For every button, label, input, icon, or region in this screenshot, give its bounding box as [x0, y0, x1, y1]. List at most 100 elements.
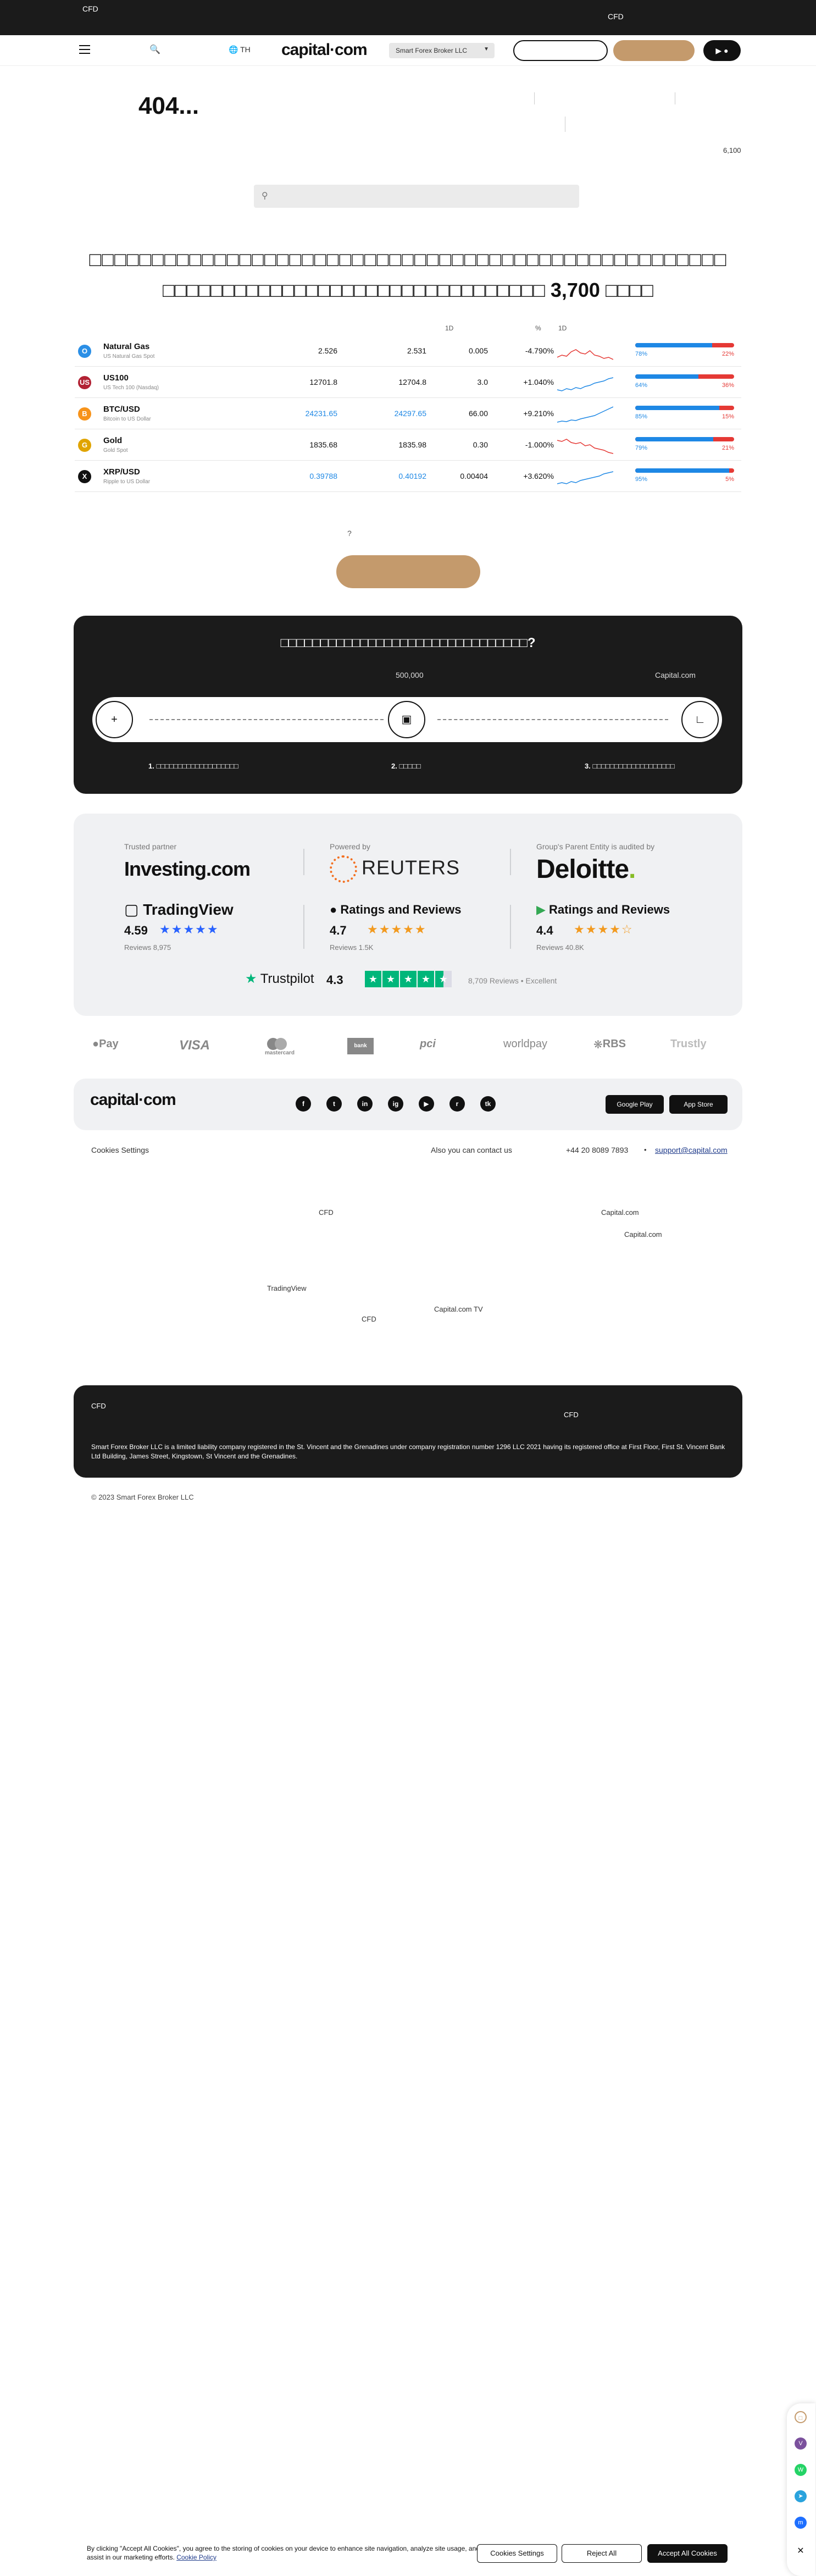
- footer-link[interactable]: Capital.com: [624, 1230, 662, 1239]
- trustpilot-logo: ★ Trustpilot: [245, 971, 314, 986]
- trust-panel: Trusted partner Investing.com Powered by…: [74, 814, 742, 1016]
- sentiment-bar: [635, 343, 734, 347]
- add-user-icon[interactable]: +: [96, 701, 133, 738]
- search-icon[interactable]: 🔍: [149, 44, 160, 55]
- instrument-name[interactable]: Gold: [103, 436, 122, 445]
- search-input[interactable]: ⚲: [254, 185, 579, 208]
- top-banner: CFD CFD: [0, 0, 816, 35]
- sparkline-chart: [557, 471, 613, 484]
- footer-link[interactable]: CFD: [319, 1208, 334, 1217]
- footer-link[interactable]: Capital.com: [601, 1208, 639, 1217]
- google-play-button[interactable]: Google Play: [606, 1095, 664, 1114]
- cookies-settings-link[interactable]: Cookies Settings: [91, 1146, 149, 1154]
- login-button[interactable]: [513, 40, 608, 61]
- cookies-settings-button[interactable]: Cookies Settings: [477, 2544, 557, 2563]
- pci-logo: pci: [420, 1038, 436, 1050]
- reuters-dot-icon: [330, 855, 357, 883]
- footer-link[interactable]: TradingView: [267, 1284, 307, 1292]
- instagram-icon[interactable]: ig: [388, 1096, 403, 1112]
- whatsapp-icon[interactable]: W: [795, 2464, 807, 2476]
- footer-link[interactable]: Capital.com TV: [434, 1305, 483, 1313]
- sell-price[interactable]: 12701.8: [223, 378, 337, 386]
- top-banner-label-right: CFD: [608, 12, 624, 21]
- footer-bar: capital·com f t in ig ▶ r tk Google Play…: [74, 1079, 742, 1130]
- chart-icon[interactable]: ∟: [681, 701, 719, 738]
- site-header: 🔍 🌐 TH capital·com Smart Forex Broker LL…: [0, 35, 816, 66]
- viber-icon[interactable]: V: [795, 2437, 807, 2450]
- legal-label: CFD: [564, 1411, 579, 1419]
- instrument-name[interactable]: XRP/USD: [103, 467, 140, 477]
- market-row[interactable]: X XRP/USD Ripple to US Dollar 0.39788 0.4019…: [75, 461, 741, 492]
- capital-logo[interactable]: capital·com: [281, 41, 368, 59]
- footer-logo[interactable]: capital·com: [90, 1091, 176, 1109]
- menu-icon[interactable]: [79, 45, 90, 54]
- instrument-desc: Bitcoin to US Dollar: [103, 416, 151, 422]
- telegram-icon[interactable]: ➤: [795, 2490, 807, 2502]
- messenger-icon[interactable]: m: [795, 2517, 807, 2529]
- step-connector: [149, 719, 384, 720]
- apple-ratings: ● Ratings and Reviews: [330, 903, 462, 916]
- card-icon[interactable]: ▣: [388, 701, 425, 738]
- instrument-name[interactable]: BTC/USD: [103, 405, 140, 414]
- top-banner-label: CFD: [82, 4, 98, 13]
- trustpilot-star-icon: ★: [245, 971, 257, 986]
- app-store-button[interactable]: App Store: [669, 1095, 728, 1114]
- rbs-logo: ❋ RBS: [593, 1038, 626, 1051]
- market-row[interactable]: B BTC/USD Bitcoin to US Dollar 24231.65 2429…: [75, 398, 741, 429]
- bullet: •: [644, 1146, 647, 1154]
- instrument-name[interactable]: US100: [103, 373, 129, 383]
- page-headline: □□□□□□□□□□□□□□□□□□□□□□□□□□□□□□□□□□□□□□□□…: [82, 244, 734, 306]
- sparkline-chart: [557, 406, 613, 423]
- instrument-icon: B: [78, 407, 91, 421]
- trade-now-button[interactable]: [336, 555, 480, 588]
- apple-reviews: Reviews 1.5K: [330, 943, 374, 952]
- linkedin-icon[interactable]: in: [357, 1096, 373, 1112]
- sell-price[interactable]: 24231.65: [223, 409, 337, 418]
- google-stars: ★★★★☆: [574, 922, 634, 936]
- tradingview-logo: ▢ TradingView: [124, 901, 234, 918]
- column-header: 1D: [558, 324, 567, 332]
- play-icon: ▶: [715, 46, 722, 55]
- sparkline-chart: [557, 349, 613, 360]
- sentiment-buy-fill: [635, 343, 713, 347]
- chat-icon[interactable]: □: [795, 2411, 807, 2423]
- globe-icon: 🌐: [229, 45, 238, 54]
- instrument-desc: Gold Spot: [103, 447, 128, 454]
- divider: [303, 905, 304, 949]
- cookie-text: By clicking "Accept All Cookies", you ag…: [87, 2545, 480, 2561]
- footer-link[interactable]: CFD: [362, 1315, 376, 1323]
- copyright: © 2023 Smart Forex Broker LLC: [91, 1493, 194, 1501]
- signup-button[interactable]: [613, 40, 695, 61]
- twitter-icon[interactable]: t: [326, 1096, 342, 1112]
- sell-price[interactable]: 0.39788: [223, 472, 337, 480]
- tiktok-icon[interactable]: tk: [480, 1096, 496, 1112]
- sentiment-buy-fill: [635, 374, 699, 379]
- email-link[interactable]: support@capital.com: [655, 1146, 728, 1154]
- reddit-icon[interactable]: r: [449, 1096, 465, 1112]
- close-icon[interactable]: ✕: [795, 2545, 807, 2557]
- language-selector[interactable]: 🌐 TH: [229, 45, 251, 54]
- market-row[interactable]: O Natural Gas US Natural Gas Spot 2.526 2.53…: [75, 335, 741, 367]
- sparkline-chart: [557, 439, 613, 454]
- worldpay-logo: worldpay: [503, 1038, 548, 1050]
- broker-label: Smart Forex Broker LLC: [396, 47, 468, 54]
- instrument-name[interactable]: Natural Gas: [103, 342, 149, 351]
- reject-all-button[interactable]: Reject All: [562, 2544, 642, 2563]
- facebook-icon[interactable]: f: [296, 1096, 311, 1112]
- market-row[interactable]: US US100 US Tech 100 (Nasdaq) 12701.8 12704.…: [75, 367, 741, 398]
- audited-label: Group's Parent Entity is audited by: [536, 842, 655, 851]
- legal-panel: CFD CFD Smart Forex Broker LLC is a limi…: [74, 1385, 742, 1478]
- market-row[interactable]: G Gold Gold Spot 1835.68 1835.98 0.30 -1.000% 7…: [75, 429, 741, 461]
- cookie-policy-link[interactable]: Cookie Policy: [176, 2553, 217, 2561]
- google-ratings: ▶ Ratings and Reviews: [536, 903, 670, 916]
- column-header: 1D: [445, 324, 454, 332]
- app-download-button[interactable]: ▶ ●: [703, 40, 741, 61]
- search-icon: ⚲: [262, 191, 268, 201]
- sell-price[interactable]: 1835.68: [223, 440, 337, 449]
- youtube-icon[interactable]: ▶: [419, 1096, 434, 1112]
- sell-price[interactable]: 2.526: [223, 346, 337, 355]
- accept-all-button[interactable]: Accept All Cookies: [647, 2544, 728, 2563]
- broker-select[interactable]: Smart Forex Broker LLC ▼: [389, 43, 495, 58]
- steps-panel: □□□□□□□□□□□□□□□□□□□□□□□□□□□□□□□? 500,000…: [74, 616, 742, 794]
- phone-link[interactable]: +44 20 8089 7893: [566, 1146, 628, 1154]
